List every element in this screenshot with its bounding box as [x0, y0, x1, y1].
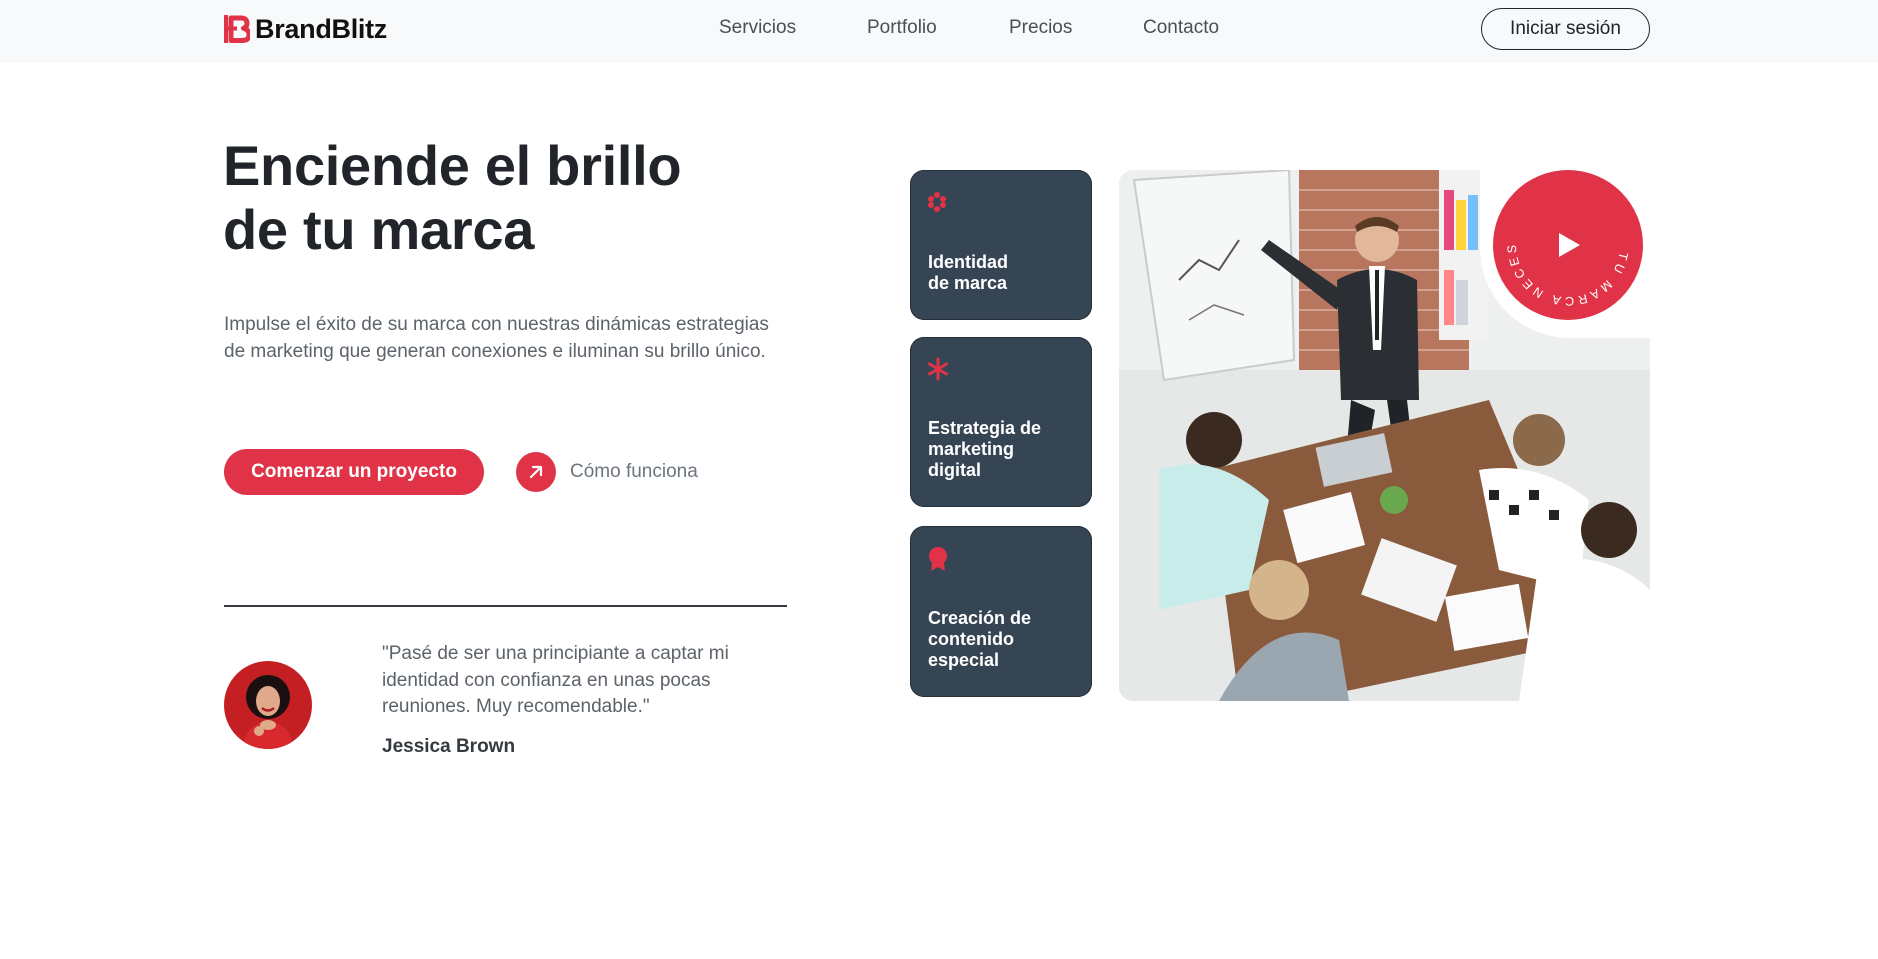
nav-item-precios[interactable]: Precios — [1009, 17, 1072, 39]
service-label: Identidad de marca — [928, 252, 1008, 293]
page-title-line-1: Enciende el brillo — [223, 134, 682, 197]
play-video-badge[interactable]: TU MARCA NECESITA BRILLO — [1486, 159, 1643, 320]
nav-item-servicios[interactable]: Servicios — [719, 17, 796, 39]
avatar — [224, 661, 312, 749]
testimonial-quote: "Pasé de ser una principiante a captar m… — [382, 643, 729, 717]
start-project-button[interactable]: Comenzar un proyecto — [224, 449, 484, 495]
nav-item-portfolio[interactable]: Portfolio — [867, 17, 937, 39]
service-label: Estrategia de marketing digital — [928, 418, 1042, 480]
divider — [224, 605, 787, 607]
testimonial-author: Jessica Brown — [382, 736, 516, 757]
service-card-contenido[interactable]: Creación de contenido especial — [910, 526, 1092, 697]
asterisk-icon — [927, 357, 949, 386]
login-button[interactable]: Iniciar sesión — [1481, 8, 1650, 50]
how-it-works-label: Cómo funciona — [570, 461, 698, 482]
site-header: BrandBlitz Servicios Portfolio Precios C… — [0, 0, 1878, 63]
page-title: Enciende el brillo de tu marca — [223, 134, 783, 262]
award-icon — [927, 546, 949, 577]
nav-item-contacto[interactable]: Contacto — [1143, 17, 1219, 39]
service-label: Creación de contenido especial — [928, 608, 1032, 670]
service-card-identidad[interactable]: Identidad de marca — [910, 170, 1092, 320]
service-card-estrategia[interactable]: Estrategia de marketing digital — [910, 337, 1092, 507]
how-it-works-link[interactable]: Cómo funciona — [516, 451, 698, 493]
sparkle-icon — [927, 190, 947, 219]
arrow-up-right-icon — [516, 452, 556, 492]
page-title-line-2: de tu marca — [223, 198, 535, 261]
hero-subtitle: Impulse el éxito de su marca con nuestra… — [224, 314, 769, 362]
